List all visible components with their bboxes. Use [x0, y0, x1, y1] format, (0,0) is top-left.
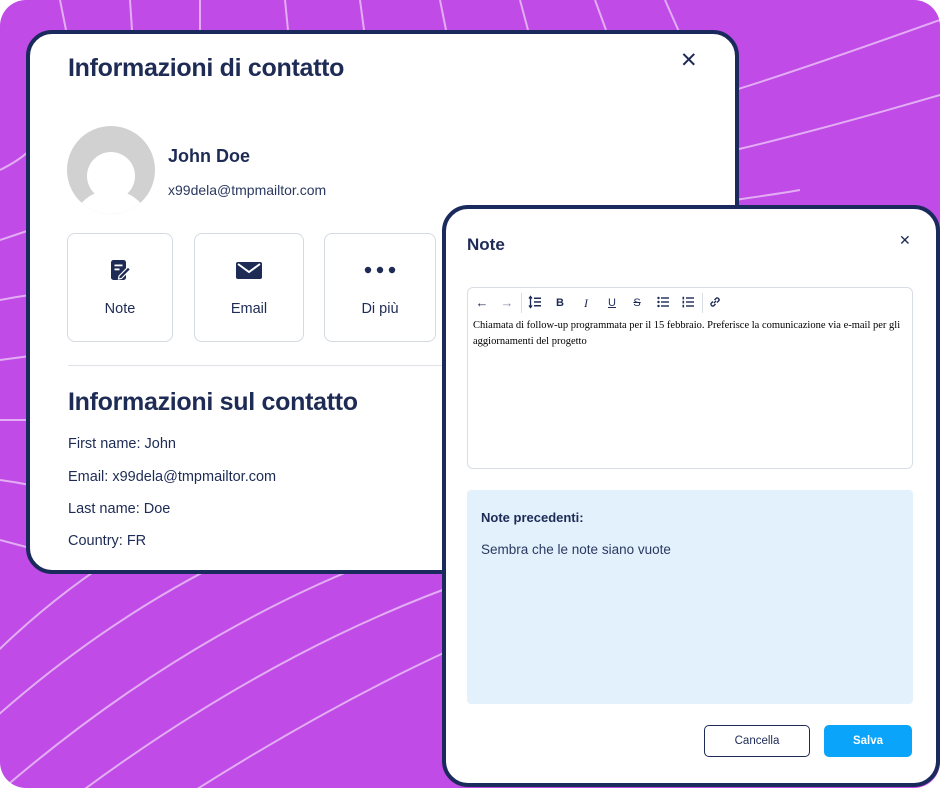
info-last-name: Last name: Doe — [68, 501, 171, 517]
redo-icon[interactable]: → — [499, 295, 515, 311]
link-icon[interactable] — [707, 295, 723, 311]
contact-email: x99dela@tmpmailtor.com — [168, 182, 327, 198]
envelope-icon — [195, 258, 303, 284]
info-country: Country: FR — [68, 533, 147, 549]
info-first-name: First name: John — [68, 436, 176, 452]
more-action-button[interactable]: Di più — [324, 233, 436, 342]
cancel-button[interactable]: Cancella — [704, 725, 810, 757]
contact-name: John Doe — [168, 146, 251, 166]
underline-icon[interactable]: U — [604, 295, 620, 311]
contact-details-title: Informazioni sul contatto — [68, 388, 358, 416]
previous-notes-empty-message: Sembra che le note siano vuote — [481, 542, 671, 557]
previous-notes-title: Note precedenti: — [481, 510, 584, 525]
editor-toolbar: ← → B I U S — [468, 288, 912, 317]
numbered-list-icon[interactable] — [680, 295, 696, 311]
close-note-modal-button[interactable]: ✕ — [899, 233, 911, 249]
note-modal: Note ✕ ← → B I U S Chiamata di follow-up… — [442, 205, 940, 787]
more-dots-icon — [325, 258, 435, 284]
strikethrough-icon[interactable]: S — [629, 295, 645, 311]
note-modal-title: Note — [467, 235, 505, 254]
avatar — [67, 126, 155, 214]
line-height-icon[interactable] — [527, 295, 543, 311]
note-edit-icon — [68, 258, 172, 284]
save-button[interactable]: Salva — [824, 725, 912, 757]
note-action-label: Note — [104, 301, 136, 317]
bullet-list-icon[interactable] — [655, 295, 671, 311]
more-action-label: Di più — [361, 301, 399, 317]
italic-icon[interactable]: I — [578, 295, 594, 311]
note-editor-text[interactable]: Chiamata di follow-up programmata per il… — [473, 318, 906, 350]
bold-icon[interactable]: B — [552, 295, 568, 311]
undo-icon[interactable]: ← — [474, 295, 490, 311]
note-action-button[interactable]: Note — [67, 233, 173, 342]
note-editor[interactable]: ← → B I U S Chiamata di follow-up progra… — [467, 287, 913, 469]
contact-card-title: Informazioni di contatto — [68, 54, 345, 82]
info-email: Email: x99dela@tmpmailtor.com — [68, 469, 277, 485]
user-placeholder-icon — [74, 152, 148, 214]
email-action-label: Email — [230, 301, 268, 317]
email-action-button[interactable]: Email — [194, 233, 304, 342]
previous-notes-panel: Note precedenti: Sembra che le note sian… — [467, 490, 913, 704]
toolbar-separator — [521, 293, 522, 313]
toolbar-separator — [702, 293, 703, 313]
close-contact-card-button[interactable]: ✕ — [680, 48, 698, 72]
